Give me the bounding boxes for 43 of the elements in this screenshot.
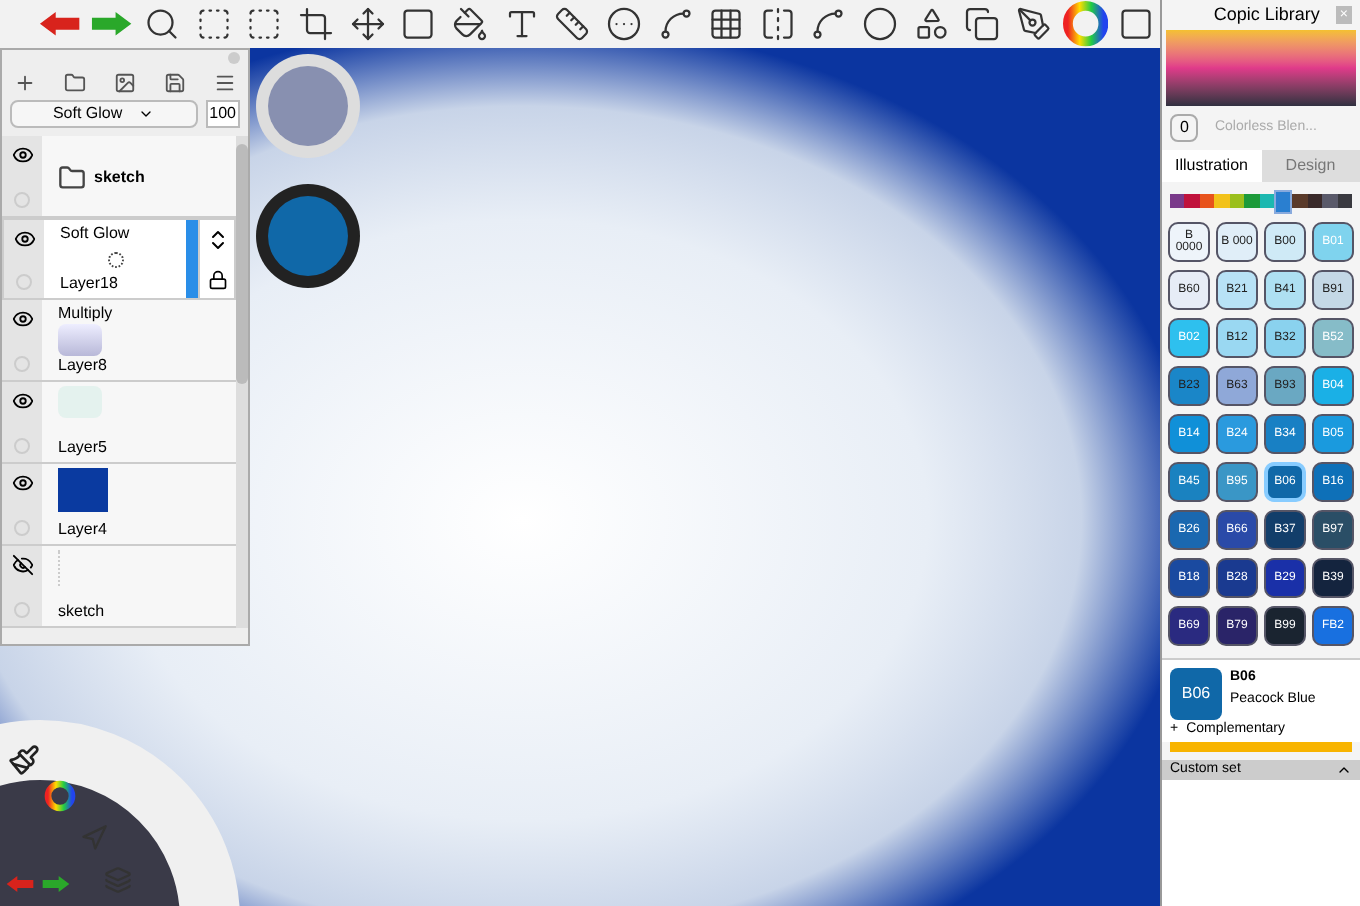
lock-icon[interactable] bbox=[207, 269, 227, 290]
caret-icon bbox=[138, 106, 155, 122]
layer-row[interactable]: Soft Glow Layer18 bbox=[2, 218, 236, 300]
blender-swatch[interactable]: 0 bbox=[1170, 114, 1199, 142]
blend-mode-label: Soft Glow bbox=[60, 224, 132, 244]
menu-icon[interactable] bbox=[214, 72, 236, 94]
opacity-field[interactable]: 100 bbox=[205, 100, 240, 128]
layer-row[interactable]: sketch bbox=[2, 546, 236, 628]
layer-thumbnail bbox=[58, 468, 108, 512]
layer-row[interactable]: Layer5 bbox=[2, 382, 236, 464]
layer-name: sketch bbox=[94, 168, 145, 188]
layer-row[interactable]: Multiply Layer8 bbox=[2, 300, 236, 382]
brush-icon[interactable] bbox=[8, 744, 40, 776]
image-icon[interactable] bbox=[114, 72, 136, 94]
eye-icon[interactable] bbox=[11, 144, 33, 166]
hue-chip[interactable] bbox=[1273, 190, 1293, 214]
eye-icon[interactable] bbox=[13, 228, 35, 250]
layer-name: Layer8 bbox=[58, 356, 109, 376]
scrollbar[interactable] bbox=[236, 136, 248, 628]
blend-mode-label: Multiply bbox=[58, 304, 115, 324]
redo-icon[interactable] bbox=[40, 872, 72, 896]
layer-name: sketch bbox=[58, 602, 107, 622]
eye-icon[interactable] bbox=[11, 472, 33, 494]
eye-icon[interactable] bbox=[11, 308, 33, 330]
layer-name: Layer5 bbox=[58, 438, 109, 458]
layer-row[interactable]: sketch bbox=[2, 136, 236, 218]
folder-icon bbox=[58, 164, 86, 192]
eye-off-icon[interactable] bbox=[11, 554, 33, 576]
layer-name: Layer4 bbox=[58, 520, 109, 540]
eye-icon[interactable] bbox=[11, 390, 33, 412]
color-wheel-icon[interactable] bbox=[44, 780, 76, 812]
panel-handle-icon[interactable] bbox=[228, 52, 240, 64]
current-color-swatch: B06 bbox=[1170, 668, 1222, 720]
save-icon[interactable] bbox=[164, 72, 186, 94]
layer-name: Layer18 bbox=[60, 274, 120, 294]
panel-title: Copic Library bbox=[1213, 1, 1320, 28]
layer-thumbnail bbox=[58, 324, 102, 356]
color-wheel-icon[interactable] bbox=[1061, 2, 1109, 46]
layer-row[interactable]: Layer4 bbox=[2, 464, 236, 546]
folder-icon[interactable] bbox=[64, 72, 86, 94]
blend-mode-dropdown[interactable]: Soft Glow bbox=[10, 100, 198, 128]
tab[interactable]: Illustration bbox=[1162, 150, 1261, 182]
add-layer-icon[interactable] bbox=[14, 72, 36, 94]
